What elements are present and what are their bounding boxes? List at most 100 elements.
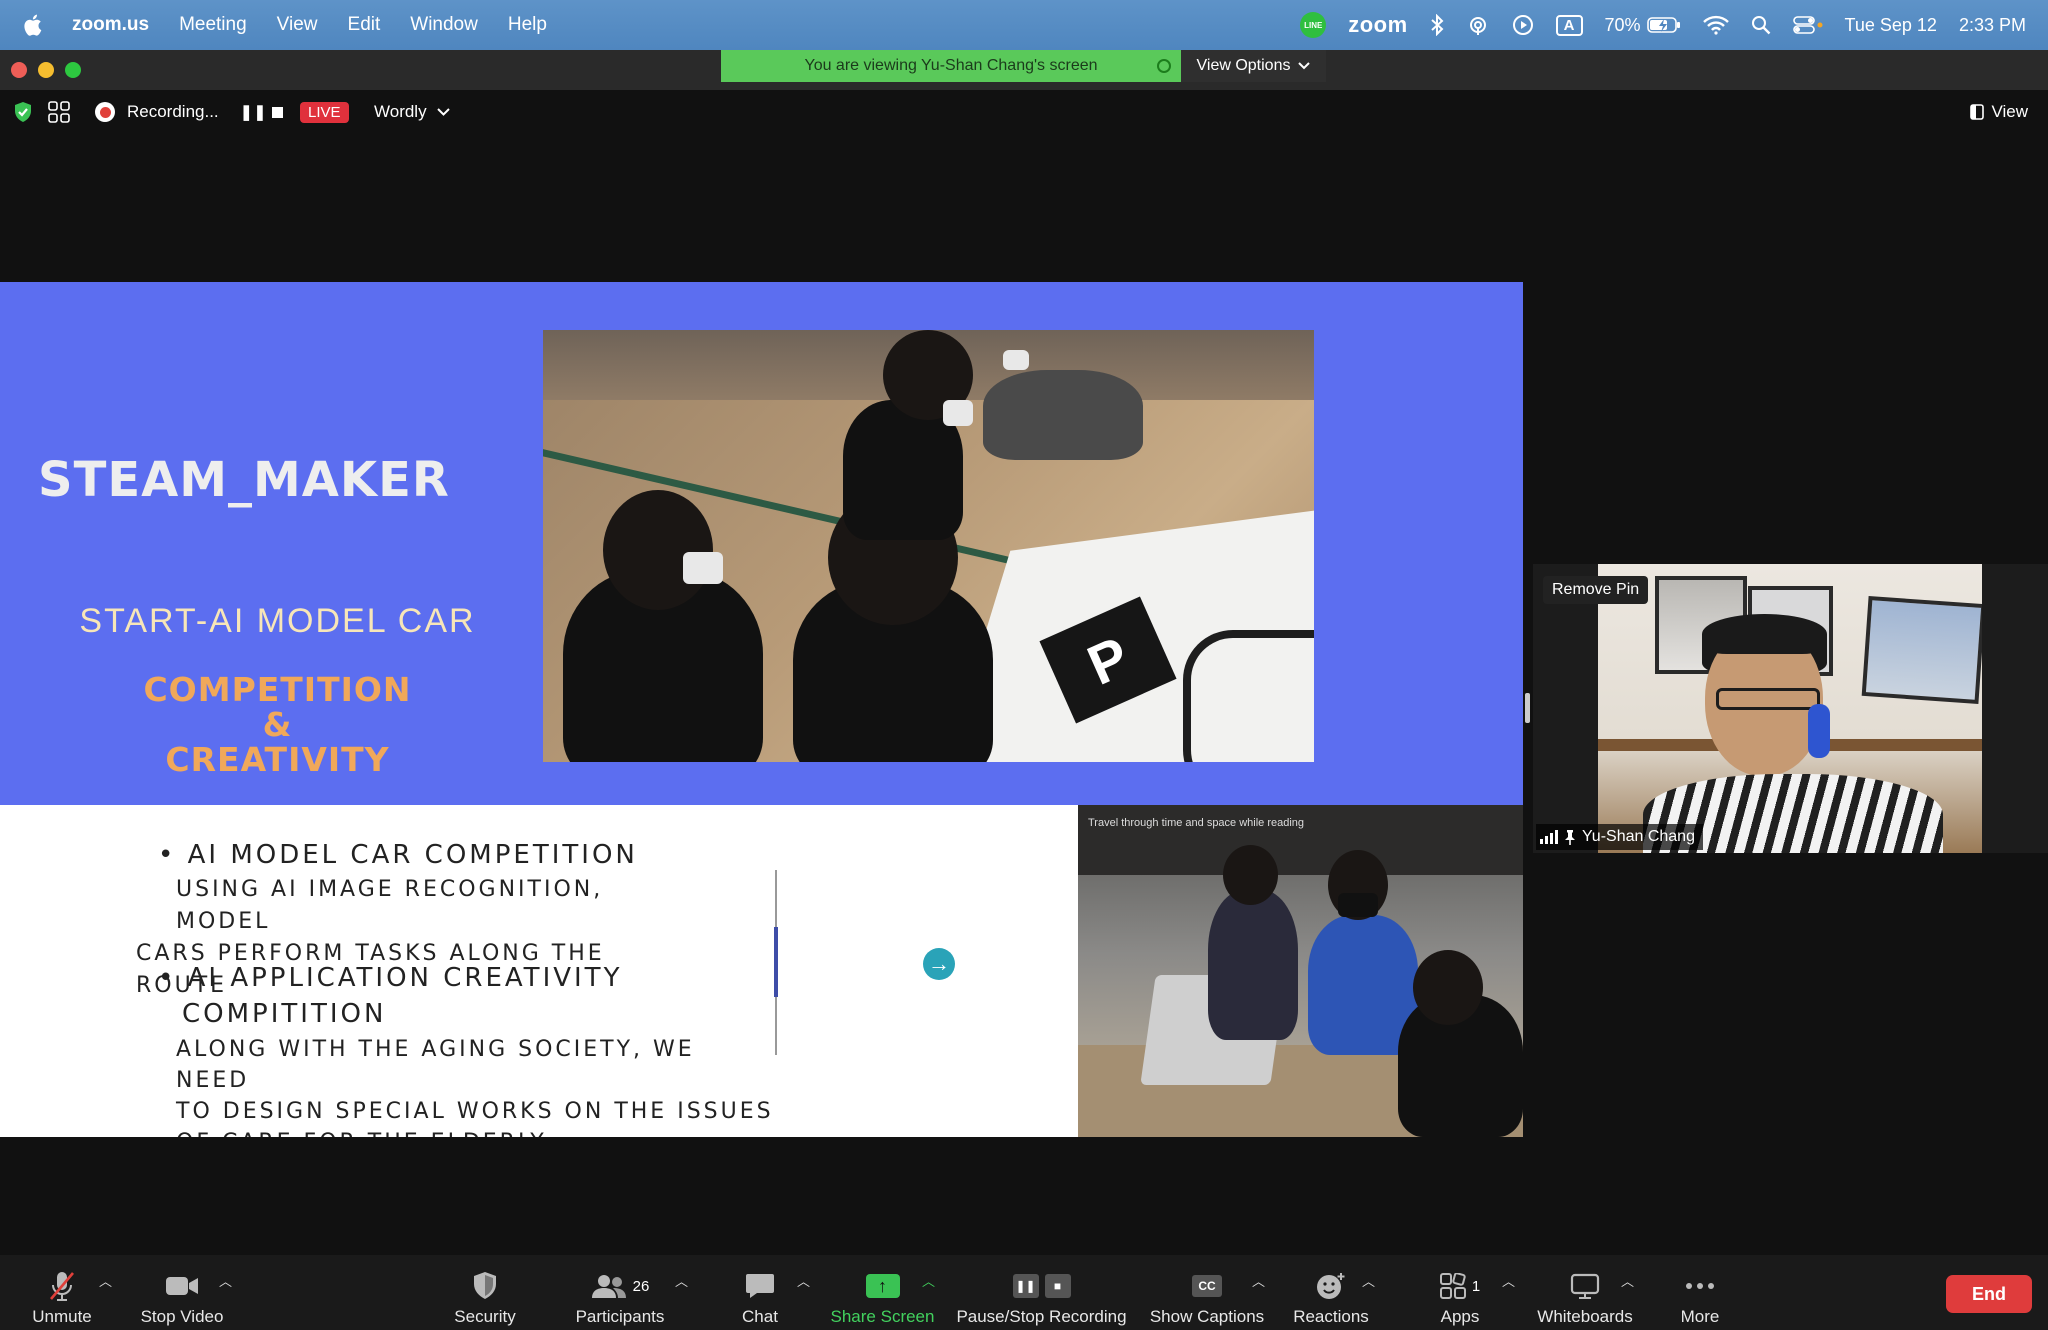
menu-view[interactable]: View bbox=[277, 14, 318, 36]
audio-options-caret[interactable]: ︿ bbox=[99, 1271, 112, 1290]
students-laptop-photo: Travel through time and space while read… bbox=[1078, 805, 1523, 1137]
chat-bubble-icon bbox=[745, 1267, 775, 1305]
share-screen-arrow-icon: ↑ bbox=[865, 1274, 900, 1298]
menu-meeting[interactable]: Meeting bbox=[179, 14, 247, 36]
menu-help[interactable]: Help bbox=[508, 14, 547, 36]
bullet-ai-application-desc: ALONG WITH THE AGING SOCIETY, WE NEED TO… bbox=[176, 1034, 776, 1137]
whiteboards-options-caret[interactable]: ︿ bbox=[1621, 1271, 1634, 1290]
wifi-icon[interactable] bbox=[1702, 15, 1729, 35]
video-options-caret[interactable]: ︿ bbox=[219, 1271, 232, 1290]
control-center-icon[interactable] bbox=[1792, 15, 1823, 35]
chat-label: Chat bbox=[742, 1307, 778, 1326]
menubar-time[interactable]: 2:33 PM bbox=[1959, 15, 2026, 36]
stop-video-button[interactable]: Stop Video bbox=[132, 1255, 232, 1330]
slide-bullet-panel: • AI MODEL CAR COMPETITION USING AI IMAG… bbox=[0, 805, 1077, 1137]
signal-strength-icon bbox=[1540, 830, 1558, 844]
apps-options-caret[interactable]: ︿ bbox=[1502, 1271, 1515, 1290]
captions-options-caret[interactable]: ︿ bbox=[1252, 1271, 1265, 1290]
chat-options-caret[interactable]: ︿ bbox=[797, 1271, 810, 1290]
view-label: View bbox=[1991, 102, 2028, 121]
view-options-button[interactable]: View Options bbox=[1181, 50, 1326, 82]
play-circle-icon[interactable] bbox=[1512, 14, 1534, 36]
battery-percent: 70% bbox=[1604, 14, 1641, 35]
menubar-date[interactable]: Tue Sep 12 bbox=[1845, 15, 1937, 36]
desc-line: TO DESIGN SPECIAL WORKS ON THE ISSUES bbox=[176, 1099, 774, 1124]
pause-stop-recording-button[interactable]: ❚❚ ■ Pause/Stop Recording bbox=[955, 1255, 1128, 1330]
end-meeting-button[interactable]: End bbox=[1946, 1275, 2032, 1313]
pin-icon bbox=[1565, 830, 1575, 845]
more-button[interactable]: More bbox=[1670, 1255, 1730, 1330]
menu-edit[interactable]: Edit bbox=[348, 14, 381, 36]
bullet-line: COMPITITION bbox=[182, 999, 387, 1029]
menu-app-name[interactable]: zoom.us bbox=[72, 14, 149, 36]
apps-icon bbox=[1439, 1273, 1466, 1299]
participants-icon bbox=[591, 1275, 626, 1298]
security-label: Security bbox=[454, 1307, 516, 1326]
zoom-status-icon[interactable]: zoom bbox=[1348, 12, 1407, 38]
wordly-dropdown[interactable]: Wordly bbox=[374, 90, 450, 134]
chat-button[interactable]: Chat bbox=[730, 1255, 790, 1330]
reactions-options-caret[interactable]: ︿ bbox=[1362, 1271, 1375, 1290]
airdrop-icon[interactable] bbox=[1466, 14, 1490, 36]
participants-label: Participants bbox=[575, 1307, 665, 1326]
share-screen-label: Share Screen bbox=[830, 1307, 935, 1326]
ampersand-line: & bbox=[262, 705, 293, 744]
input-source-indicator[interactable]: A bbox=[1555, 14, 1583, 36]
more-label: More bbox=[1680, 1307, 1720, 1326]
remove-pin-button[interactable]: Remove Pin bbox=[1543, 576, 1649, 604]
students-competition-photo: P bbox=[543, 330, 1314, 762]
reactions-button[interactable]: Reactions bbox=[1290, 1255, 1372, 1330]
desc-line: USING AI IMAGE RECOGNITION, MODEL bbox=[176, 877, 604, 934]
panel-resize-handle[interactable] bbox=[1525, 693, 1530, 723]
participants-count: 26 bbox=[632, 1277, 650, 1295]
show-captions-button[interactable]: CC Show Captions bbox=[1148, 1255, 1266, 1330]
stop-recording-icon[interactable] bbox=[272, 90, 283, 134]
apple-icon[interactable] bbox=[22, 0, 58, 50]
competition-line: COMPETITION bbox=[143, 670, 412, 709]
recording-indicator-icon bbox=[95, 90, 115, 134]
more-dots-icon bbox=[1685, 1267, 1715, 1305]
line-app-icon[interactable]: LINE bbox=[1300, 12, 1327, 38]
view-layout-button[interactable]: View bbox=[1970, 90, 2028, 134]
pause-recording-icon[interactable]: ❚❚ bbox=[240, 90, 267, 134]
reactions-label: Reactions bbox=[1293, 1307, 1369, 1326]
window-minimize-button[interactable] bbox=[38, 62, 54, 78]
menu-window[interactable]: Window bbox=[410, 14, 478, 36]
closed-captions-icon: CC bbox=[1192, 1275, 1222, 1297]
slide-title: STEAM_MAKER bbox=[38, 452, 450, 508]
participants-options-caret[interactable]: ︿ bbox=[675, 1271, 688, 1290]
recording-status-label: Recording... bbox=[127, 102, 219, 121]
window-fullscreen-button[interactable] bbox=[65, 62, 81, 78]
share-options-caret[interactable]: ︿ bbox=[922, 1271, 935, 1290]
bullet-ai-application: • AI APPLICATION CREATIVITY COMPITITION bbox=[158, 960, 678, 1032]
bluetooth-icon[interactable] bbox=[1430, 14, 1444, 36]
microphone-muted-icon bbox=[48, 1267, 76, 1305]
whiteboards-button[interactable]: Whiteboards bbox=[1535, 1255, 1635, 1330]
show-captions-label: Show Captions bbox=[1149, 1307, 1265, 1326]
slide-scroll-divider bbox=[774, 870, 778, 1055]
participants-button[interactable]: 26 Participants bbox=[570, 1255, 670, 1330]
share-screen-button[interactable]: ↑ Share Screen bbox=[825, 1255, 940, 1330]
viewing-screen-notice: You are viewing Yu-Shan Chang's screen bbox=[721, 50, 1181, 82]
bullet-line: • AI APPLICATION CREATIVITY bbox=[158, 963, 623, 993]
desc-line: OF CARE FOR THE ELDERLY bbox=[176, 1127, 776, 1137]
window-close-button[interactable] bbox=[11, 62, 27, 78]
encryption-shield-icon[interactable] bbox=[12, 90, 34, 134]
chevron-down-icon bbox=[1298, 62, 1311, 70]
apps-label: Apps bbox=[1440, 1307, 1480, 1326]
apps-count: 1 bbox=[1471, 1277, 1481, 1295]
live-badge[interactable]: LIVE bbox=[300, 90, 349, 134]
apps-button[interactable]: 1 Apps bbox=[1430, 1255, 1490, 1330]
live-badge-label: LIVE bbox=[300, 101, 349, 123]
battery-indicator[interactable]: 70% bbox=[1605, 15, 1681, 36]
security-shield-icon bbox=[472, 1267, 498, 1305]
spotlight-search-icon[interactable] bbox=[1751, 15, 1771, 35]
participant-video-yu-shan-chang[interactable] bbox=[1598, 564, 1982, 853]
stop-video-label: Stop Video bbox=[140, 1307, 224, 1326]
security-button[interactable]: Security bbox=[445, 1255, 525, 1330]
gallery-grid-icon[interactable] bbox=[48, 90, 70, 134]
unmute-button[interactable]: Unmute bbox=[28, 1255, 96, 1330]
macos-menubar: zoom.us Meeting View Edit Window Help LI… bbox=[0, 0, 2048, 50]
next-arrow-icon[interactable]: → bbox=[923, 948, 955, 980]
menubar-status-area: LINE zoom A 70% Tue Sep 12 2:33 PM bbox=[1300, 0, 2026, 50]
